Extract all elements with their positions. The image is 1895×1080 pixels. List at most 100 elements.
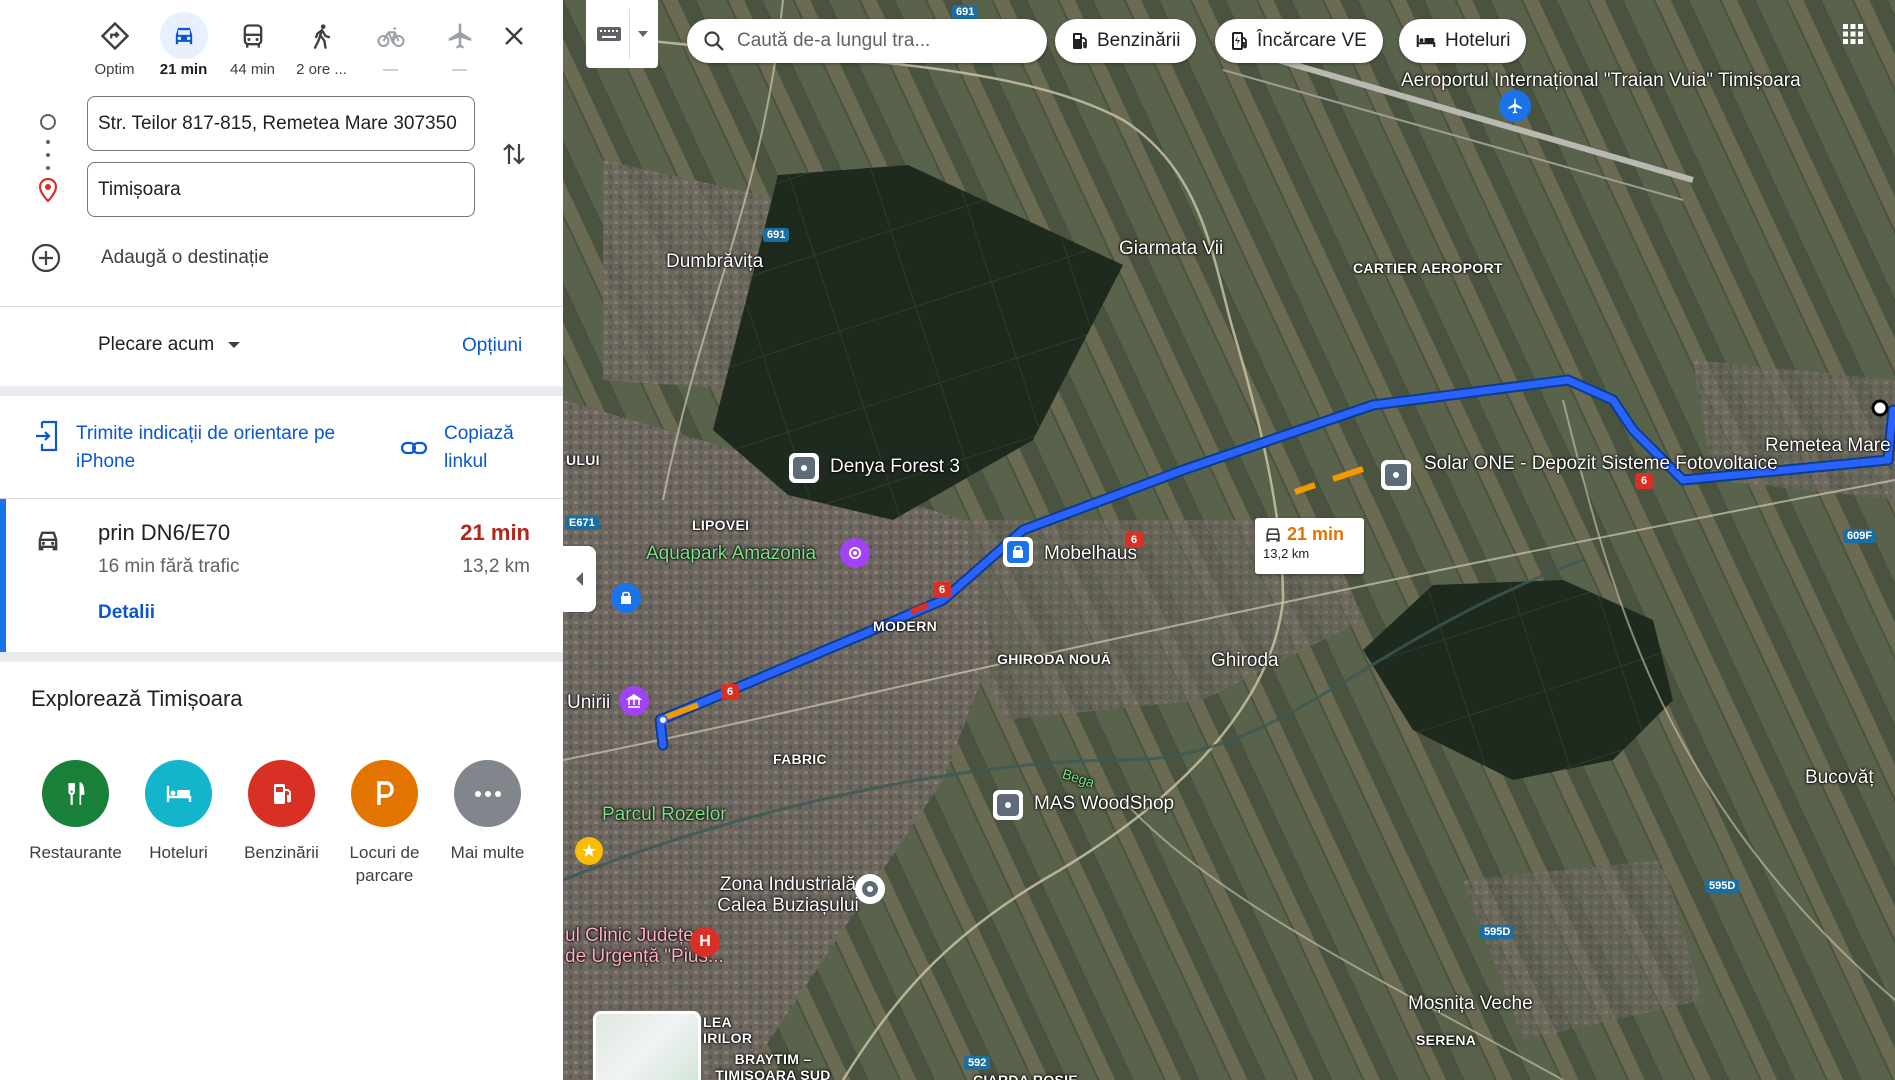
map-label-denya: Denya Forest 3: [830, 456, 960, 477]
poi-unirii[interactable]: [619, 686, 649, 716]
parking-icon: [351, 760, 418, 827]
plane-icon: [436, 12, 484, 59]
poi-aquapark[interactable]: [840, 538, 870, 568]
depart-time-dropdown[interactable]: Plecare acum: [98, 334, 241, 356]
mode-walk-label: 2 ore ...: [296, 61, 347, 78]
car-icon: [159, 12, 208, 59]
swap-icon: [503, 143, 525, 165]
map-label-cartier: CARTIER AEROPORT: [1353, 260, 1503, 276]
poi-mas-woodshop[interactable]: [993, 790, 1023, 820]
route-start-marker[interactable]: [1871, 399, 1889, 417]
link-icon: [400, 441, 428, 455]
place-marker-icon: [1385, 464, 1407, 486]
copy-link-label: Copiază linkul: [444, 423, 514, 472]
poi-airport[interactable]: [1499, 90, 1531, 122]
category-gas-stations[interactable]: Benzinării: [230, 760, 333, 887]
category-label: Restaurante: [29, 843, 122, 862]
map-label-modern: MODERN: [873, 618, 938, 634]
search-along-route[interactable]: [687, 19, 1047, 63]
category-parking[interactable]: Locuri de parcare: [333, 760, 436, 887]
mode-flight[interactable]: —: [425, 12, 494, 78]
mode-walk[interactable]: 2 ore ...: [287, 12, 356, 78]
map-label-airport: Aeroportul Internațional "Traian Vuia" T…: [1401, 70, 1801, 91]
add-destination-button[interactable]: Adaugă o destinație: [30, 240, 269, 276]
add-destination-label: Adaugă o destinație: [101, 247, 269, 268]
input-tools-button[interactable]: [586, 0, 658, 68]
depart-time-label: Plecare acum: [98, 334, 215, 355]
category-hotels[interactable]: Hoteluri: [127, 760, 230, 887]
poi-zona-industriala[interactable]: [855, 874, 885, 904]
chip-label: Hoteluri: [1445, 30, 1511, 51]
mode-bike-label: —: [383, 61, 398, 78]
map-label-aquapark: Aquapark Amazonia: [646, 543, 817, 564]
map-label-bucovat: Bucovăț: [1805, 767, 1874, 788]
divider: [629, 9, 631, 59]
hotel-icon: [1415, 32, 1437, 50]
directions-diamond-icon: [91, 12, 139, 59]
shopping-bag-icon: [621, 591, 631, 604]
walk-icon: [298, 12, 346, 59]
restaurant-icon: [42, 760, 109, 827]
options-button[interactable]: Opțiuni: [462, 335, 522, 357]
mode-transit-label: 44 min: [229, 61, 276, 78]
category-more[interactable]: Mai multe: [436, 760, 539, 887]
route-details-link[interactable]: Detalii: [98, 602, 155, 624]
mode-bike[interactable]: —: [356, 12, 425, 78]
close-directions-button[interactable]: [494, 16, 534, 56]
section-divider: [0, 652, 563, 662]
road-badge: 609F: [1843, 529, 1877, 543]
route-summary-callout[interactable]: 21 min 13,2 km: [1255, 518, 1364, 574]
bus-icon: [229, 12, 277, 59]
poi-park[interactable]: [575, 837, 603, 865]
origin-input[interactable]: Str. Teilor 817-815, Remetea Mare 307350: [87, 96, 475, 151]
car-icon: [1266, 527, 1280, 542]
send-to-phone-button[interactable]: Trimite indicații de orientare pe iPhone: [34, 420, 376, 476]
chip-gas-stations[interactable]: Benzinării: [1055, 19, 1197, 63]
map-label-ciarda: CIARDA ROȘIE: [973, 1072, 1078, 1080]
destination-input[interactable]: Timișoara: [87, 162, 475, 217]
road-badge: 595D: [1705, 879, 1740, 893]
route-duration: 21 min: [460, 520, 530, 545]
callout-duration: 21 min: [1287, 524, 1345, 544]
collapse-panel-button[interactable]: [563, 546, 596, 612]
search-input[interactable]: [737, 30, 1017, 52]
callout-distance: 13,2 km: [1263, 546, 1310, 561]
route-dots-icon: [46, 140, 50, 170]
route-distance: 13,2 km: [462, 556, 530, 577]
route-shield: 6: [933, 582, 951, 598]
poi-shopping[interactable]: [611, 583, 641, 613]
explore-categories: Restaurante Hoteluri Benzinării Locuri d…: [24, 760, 539, 887]
poi-hospital[interactable]: H: [690, 927, 720, 957]
category-restaurants[interactable]: Restaurante: [24, 760, 127, 887]
chip-label: Benzinării: [1097, 30, 1181, 51]
section-divider: [0, 386, 563, 396]
road-badge: 691: [763, 228, 790, 242]
map-label-giarmata: Giarmata Vii: [1119, 238, 1224, 259]
destination-pin-icon: [38, 177, 58, 207]
category-label: Hoteluri: [149, 843, 208, 862]
mode-best[interactable]: Optim: [80, 12, 149, 78]
swap-endpoints-button[interactable]: [496, 136, 532, 172]
gas-station-icon: [248, 760, 315, 827]
mode-car-label: 21 min: [159, 61, 208, 78]
map-canvas[interactable]: Aeroportul Internațional "Traian Vuia" T…: [563, 0, 1895, 1080]
road-badge: 691: [952, 5, 979, 19]
route-end-marker[interactable]: [658, 715, 668, 725]
chip-ev-charging[interactable]: Încărcare VE: [1215, 19, 1383, 63]
mode-flight-label: —: [452, 61, 467, 78]
map-label-braytim: BRAYTIM – TIMIȘOARA SUD: [715, 1051, 831, 1080]
mode-transit[interactable]: 44 min: [218, 12, 287, 78]
place-marker-icon: [997, 794, 1019, 816]
poi-solar-one[interactable]: [1381, 460, 1411, 490]
map-label-parcul: Parcul Rozelor: [602, 804, 727, 825]
layers-switcher[interactable]: [593, 1011, 701, 1080]
mode-car[interactable]: 21 min: [149, 12, 218, 78]
copy-link-button[interactable]: Copiază linkul: [400, 420, 544, 476]
poi-denya-forest[interactable]: [789, 453, 819, 483]
chip-hotels[interactable]: Hoteluri: [1399, 19, 1527, 63]
route-via: prin DN6/E70: [98, 520, 231, 545]
category-label: Mai multe: [450, 843, 525, 862]
google-apps-button[interactable]: [1833, 14, 1873, 54]
route-option-card[interactable]: prin DN6/E70 16 min fără trafic 21 min 1…: [0, 499, 563, 652]
poi-mobelhaus[interactable]: [1003, 537, 1033, 567]
